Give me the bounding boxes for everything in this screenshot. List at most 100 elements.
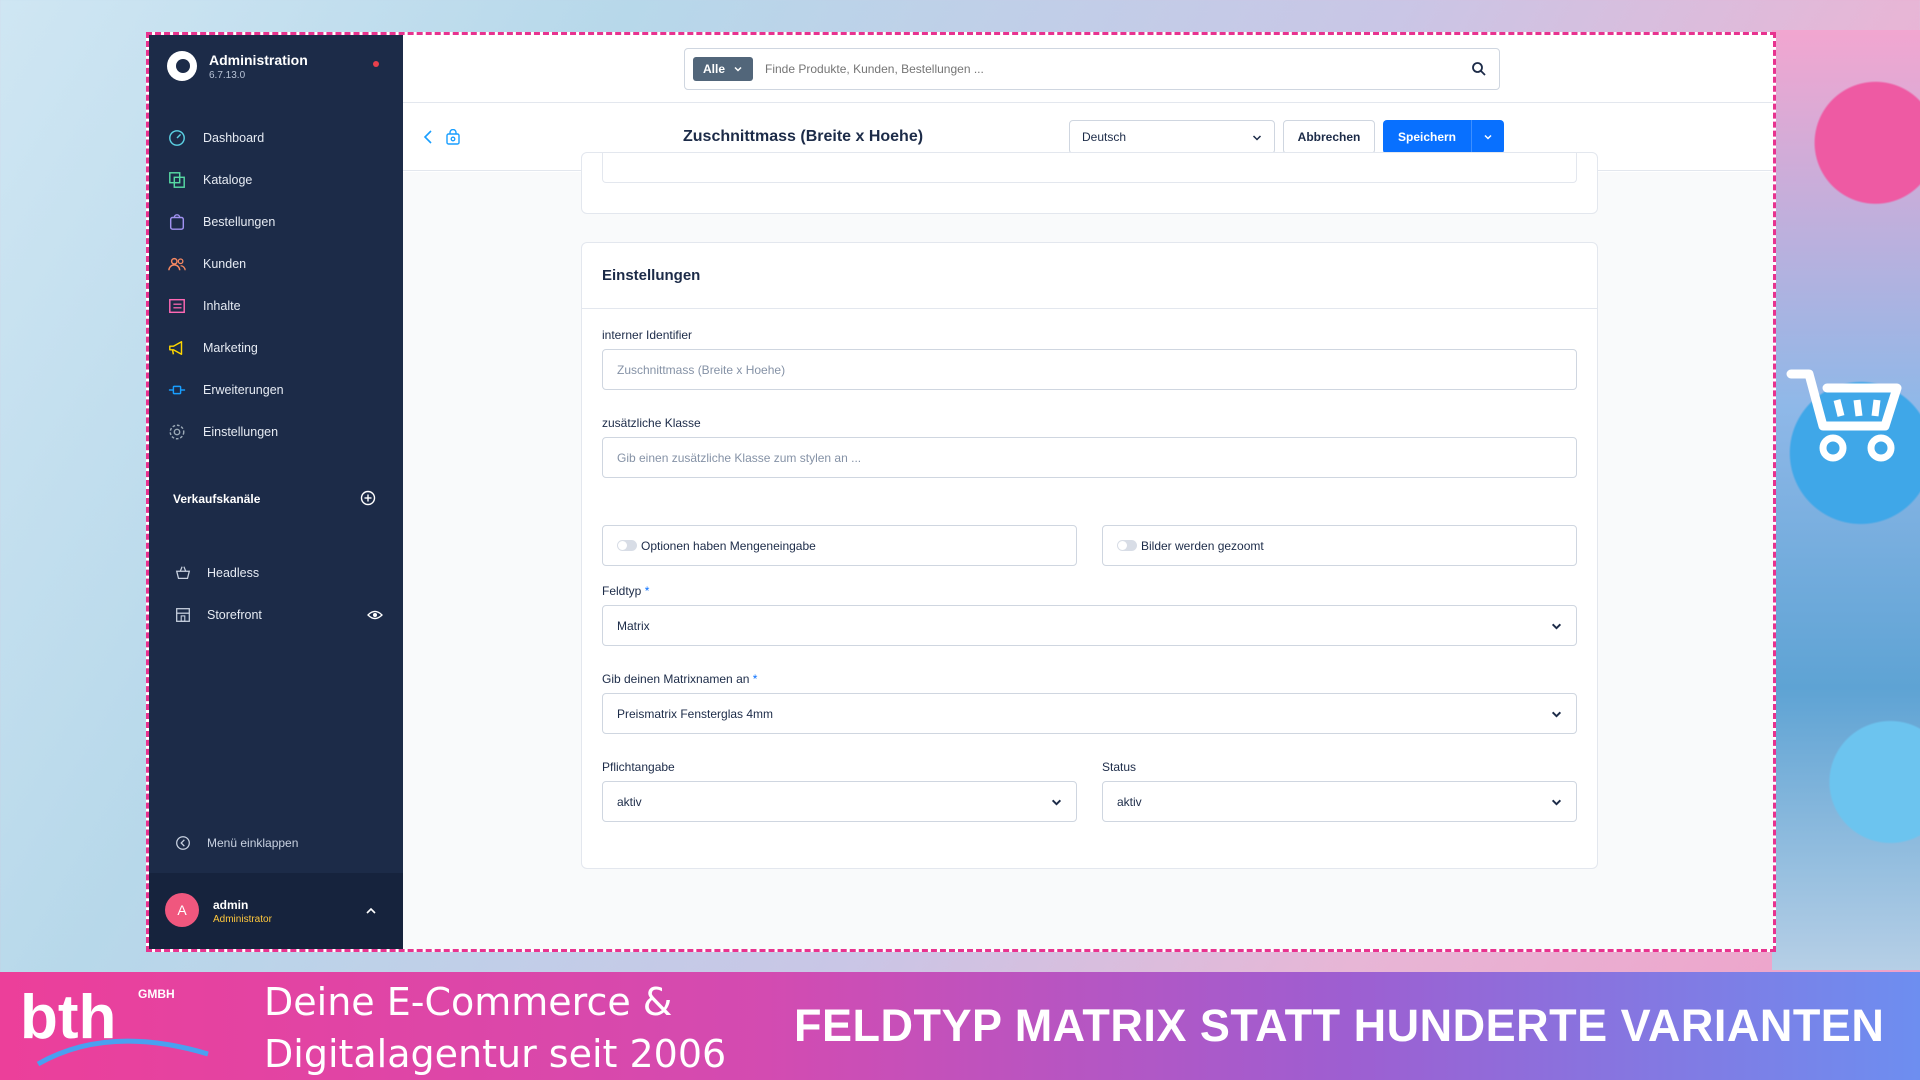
zoom-toggle-field[interactable]: Bilder werden gezoomt [1102, 525, 1577, 566]
gauge-icon [167, 128, 187, 148]
background-artwork [1772, 30, 1920, 970]
promo-banner: bth GMBH Deine E-Commerce & Digitalagent… [0, 972, 1920, 1080]
language-select[interactable]: Deutsch [1069, 120, 1275, 154]
matrix-name-label-text: Gib deinen Matrixnamen an [602, 672, 750, 686]
identifier-input[interactable]: Zuschnittmass (Breite x Hoehe) [602, 349, 1577, 390]
chevron-left-icon[interactable] [421, 129, 435, 145]
matrix-name-select[interactable]: Preismatrix Fensterglas 4mm [602, 693, 1577, 734]
sidebar-item-dashboard[interactable]: Dashboard [167, 117, 387, 159]
sidebar: Administration 6.7.13.0 Dashboard Katalo… [149, 35, 403, 949]
search-scope-dropdown[interactable]: Alle [693, 57, 754, 81]
previous-card [581, 152, 1598, 214]
catalog-icon [167, 170, 187, 190]
sales-channel-headless[interactable]: Headless [173, 563, 383, 583]
zoom-switch[interactable] [1117, 540, 1137, 551]
quantity-toggle-field[interactable]: Optionen haben Mengeneingabe [602, 525, 1077, 566]
collapse-menu-button[interactable]: Menü einklappen [173, 833, 298, 853]
cancel-button[interactable]: Abbrechen [1283, 120, 1375, 154]
field-type-value: Matrix [617, 618, 650, 633]
field-type-select[interactable]: Matrix [602, 605, 1577, 646]
user-role: Administrator [213, 914, 272, 925]
quantity-toggle-label: Optionen haben Mengeneingabe [641, 538, 816, 553]
sidebar-item-label: Einstellungen [203, 425, 279, 439]
add-sales-channel-icon[interactable] [360, 490, 376, 506]
quantity-switch[interactable] [617, 540, 637, 551]
identifier-label: interner Identifier [602, 328, 693, 342]
language-select-value: Deutsch [1082, 130, 1127, 144]
global-search: Alle [684, 48, 1500, 90]
status-label: Status [1102, 760, 1137, 774]
sidebar-item-marketing[interactable]: Marketing [167, 327, 387, 369]
plug-icon [167, 380, 187, 400]
admin-window: Administration 6.7.13.0 Dashboard Katalo… [146, 32, 1776, 952]
chevron-left-circle-icon [173, 833, 193, 853]
sidebar-item-label: Inhalte [203, 299, 241, 313]
save-options-button[interactable] [1471, 120, 1504, 154]
css-class-label: zusätzliche Klasse [602, 416, 701, 430]
notification-dot [373, 61, 379, 67]
shopping-cart-icon [1786, 369, 1902, 462]
content-icon [167, 296, 187, 316]
sidebar-item-einstellungen[interactable]: Einstellungen [167, 411, 387, 453]
required-field-label: Pflichtangabe [602, 760, 675, 774]
sidebar-item-kunden[interactable]: Kunden [167, 243, 387, 285]
product-stream-icon [446, 129, 460, 145]
sidebar-item-label: Bestellungen [203, 215, 276, 229]
users-icon [167, 254, 187, 274]
sales-channel-storefront[interactable]: Storefront [173, 605, 383, 625]
main-nav: Dashboard Kataloge Bestellungen Kunden I… [167, 117, 387, 453]
chevron-down-icon [1051, 799, 1062, 806]
chevron-down-icon [734, 66, 742, 72]
save-button[interactable]: Speichern [1383, 130, 1471, 144]
sidebar-item-label: Kataloge [203, 173, 253, 187]
chevron-up-icon[interactable] [365, 905, 377, 917]
save-button-group: Speichern [1383, 120, 1504, 154]
gear-icon [167, 422, 187, 442]
field-type-label-text: Feldtyp [602, 584, 642, 598]
sales-channel-label: Storefront [207, 608, 262, 622]
required-mark: * [644, 584, 650, 598]
avatar: A [165, 893, 199, 927]
sidebar-item-erweiterungen[interactable]: Erweiterungen [167, 369, 387, 411]
status-value: aktiv [1117, 794, 1142, 809]
storefront-icon [173, 605, 193, 625]
banner-headline: FELDTYP MATRIX STATT HUNDERTE VARIANTEN [794, 1000, 1885, 1051]
user-menu[interactable]: A admin Administrator [149, 873, 403, 949]
search-input[interactable] [765, 62, 1446, 76]
zoom-toggle-label: Bilder werden gezoomt [1141, 538, 1264, 553]
field-type-label: Feldtyp * [602, 584, 649, 598]
required-mark: * [752, 672, 758, 686]
eye-icon[interactable] [367, 607, 383, 623]
previous-card-field [602, 153, 1577, 183]
chevron-down-icon [1551, 799, 1562, 806]
svg-text:GMBH: GMBH [138, 987, 175, 1001]
search-scope-label: Alle [703, 62, 726, 76]
shopping-bag-icon [167, 212, 187, 232]
page-title: Zuschnittmass (Breite x Hoehe) [683, 128, 924, 145]
sidebar-item-bestellungen[interactable]: Bestellungen [167, 201, 387, 243]
top-bar: Alle [403, 35, 1773, 103]
sidebar-item-label: Erweiterungen [203, 383, 284, 397]
css-class-input[interactable]: Gib einen zusätzliche Klasse zum stylen … [602, 437, 1577, 478]
chevron-down-icon [1551, 711, 1562, 718]
brand[interactable]: Administration 6.7.13.0 [167, 51, 308, 81]
matrix-name-label: Gib deinen Matrixnamen an * [602, 672, 757, 686]
sales-channel-label: Headless [207, 566, 260, 580]
chevron-down-icon [1551, 623, 1562, 630]
banner-tagline: Deine E-Commerce & Digitalagentur seit 2… [264, 980, 727, 1076]
settings-card: Einstellungen interner Identifier Zuschn… [581, 242, 1598, 869]
app-version: 6.7.13.0 [209, 69, 246, 81]
sidebar-item-kataloge[interactable]: Kataloge [167, 159, 387, 201]
chevron-down-icon [1252, 135, 1262, 141]
sidebar-item-inhalte[interactable]: Inhalte [167, 285, 387, 327]
required-select[interactable]: aktiv [602, 781, 1077, 822]
chevron-down-icon [1484, 134, 1492, 140]
app-title: Administration [209, 51, 308, 68]
required-value: aktiv [617, 794, 642, 809]
sidebar-item-label: Dashboard [203, 131, 265, 145]
collapse-menu-label: Menü einklappen [207, 836, 299, 850]
settings-card-title: Einstellungen [582, 243, 1597, 309]
search-icon[interactable] [1471, 61, 1487, 77]
basket-icon [173, 563, 193, 583]
status-select[interactable]: aktiv [1102, 781, 1577, 822]
